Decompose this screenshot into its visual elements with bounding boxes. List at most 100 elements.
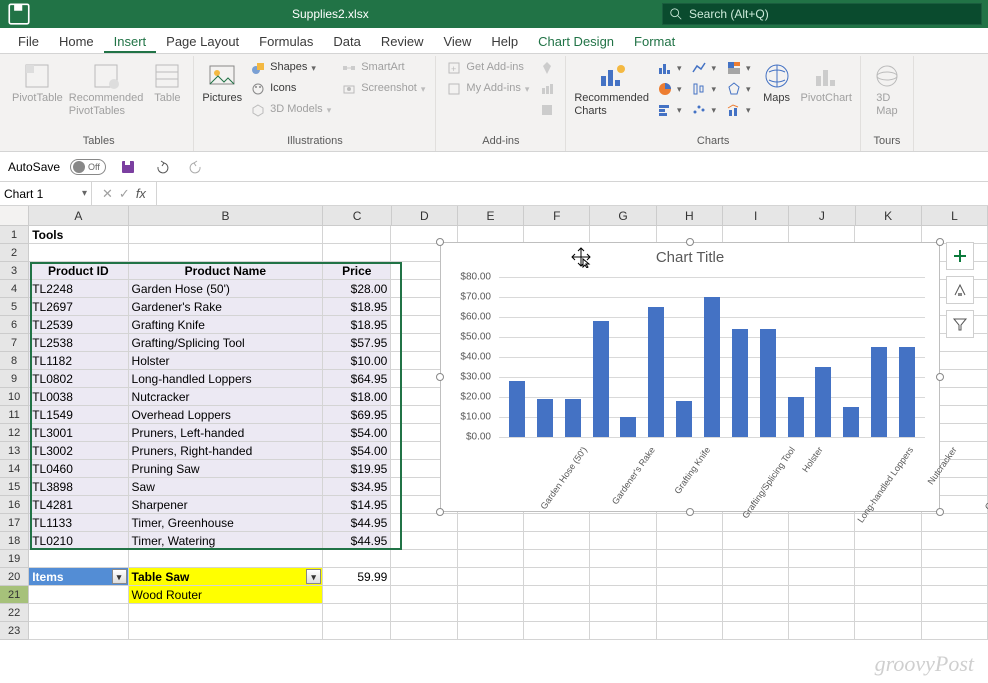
cell[interactable] bbox=[922, 550, 988, 568]
row-header[interactable]: 23 bbox=[0, 622, 29, 640]
cell[interactable]: $54.00 bbox=[323, 424, 391, 442]
chart-styles-button[interactable] bbox=[946, 276, 974, 304]
cell[interactable] bbox=[590, 514, 656, 532]
column-header[interactable]: I bbox=[723, 206, 789, 226]
treemap-chart-button[interactable]: ▾ bbox=[722, 58, 755, 78]
cell[interactable] bbox=[657, 586, 723, 604]
undo-button[interactable] bbox=[150, 155, 174, 179]
cell[interactable]: $19.95 bbox=[323, 460, 391, 478]
cell[interactable] bbox=[922, 604, 988, 622]
row-header[interactable]: 3 bbox=[0, 262, 29, 280]
people-graph-icon[interactable] bbox=[535, 79, 559, 99]
row-header[interactable]: 9 bbox=[0, 370, 29, 388]
table-button[interactable]: Table bbox=[147, 58, 187, 120]
chart-bar[interactable] bbox=[788, 397, 804, 437]
cell[interactable]: TL3898 bbox=[29, 478, 128, 496]
tab-review[interactable]: Review bbox=[371, 30, 434, 53]
row-header[interactable]: 13 bbox=[0, 442, 29, 460]
column-header[interactable]: D bbox=[392, 206, 458, 226]
cell[interactable]: Nutcracker bbox=[129, 388, 324, 406]
save-icon[interactable] bbox=[6, 3, 32, 25]
cell[interactable] bbox=[922, 586, 988, 604]
cell[interactable]: Timer, Greenhouse bbox=[129, 514, 324, 532]
pivottable-button[interactable]: PivotTable bbox=[10, 58, 65, 120]
redo-button[interactable] bbox=[184, 155, 208, 179]
cell[interactable] bbox=[855, 532, 921, 550]
cell[interactable] bbox=[524, 550, 590, 568]
embedded-chart[interactable]: Chart Title$0.00$10.00$20.00$30.00$40.00… bbox=[440, 242, 940, 512]
row-header[interactable]: 20 bbox=[0, 568, 29, 586]
cell[interactable] bbox=[789, 622, 855, 640]
search-box[interactable]: Search (Alt+Q) bbox=[662, 3, 982, 25]
row-header[interactable]: 22 bbox=[0, 604, 29, 622]
cell[interactable]: Garden Hose (50') bbox=[129, 280, 324, 298]
cell[interactable] bbox=[590, 604, 656, 622]
cell[interactable] bbox=[29, 586, 128, 604]
tab-data[interactable]: Data bbox=[323, 30, 370, 53]
tab-view[interactable]: View bbox=[433, 30, 481, 53]
row-header[interactable]: 2 bbox=[0, 244, 29, 262]
cell[interactable]: TL3001 bbox=[29, 424, 128, 442]
cell[interactable]: Pruners, Left-handed bbox=[129, 424, 324, 442]
resize-handle[interactable] bbox=[686, 238, 694, 246]
cell[interactable] bbox=[657, 514, 723, 532]
row-header[interactable]: 15 bbox=[0, 478, 29, 496]
cell[interactable]: Sharpener bbox=[129, 496, 324, 514]
resize-handle[interactable] bbox=[436, 238, 444, 246]
row-header[interactable]: 4 bbox=[0, 280, 29, 298]
cell[interactable]: TL1133 bbox=[29, 514, 128, 532]
cell[interactable]: Product ID bbox=[29, 262, 128, 280]
row-header[interactable]: 5 bbox=[0, 298, 29, 316]
cell[interactable]: $57.95 bbox=[323, 334, 391, 352]
fx-icon[interactable]: fx bbox=[136, 186, 146, 201]
cell[interactable] bbox=[524, 604, 590, 622]
cell[interactable]: Table Saw▾ bbox=[129, 568, 324, 586]
cell[interactable]: $18.95 bbox=[323, 298, 391, 316]
cell[interactable] bbox=[922, 532, 988, 550]
row-header[interactable]: 19 bbox=[0, 550, 29, 568]
cell[interactable]: Long-handled Loppers bbox=[129, 370, 324, 388]
cell[interactable] bbox=[391, 550, 457, 568]
cell[interactable]: TL2538 bbox=[29, 334, 128, 352]
cell[interactable] bbox=[855, 586, 921, 604]
pivotchart-button[interactable]: PivotChart bbox=[799, 58, 854, 120]
cell[interactable]: Overhead Loppers bbox=[129, 406, 324, 424]
cell[interactable]: Gardener's Rake bbox=[129, 298, 324, 316]
cell[interactable] bbox=[922, 514, 988, 532]
filter-dropdown-icon[interactable]: ▾ bbox=[112, 569, 127, 584]
row-header[interactable]: 7 bbox=[0, 334, 29, 352]
visio-icon[interactable] bbox=[535, 100, 559, 120]
cell[interactable]: TL1182 bbox=[29, 352, 128, 370]
bing-maps-icon[interactable] bbox=[535, 58, 559, 78]
cell[interactable] bbox=[590, 622, 656, 640]
resize-handle[interactable] bbox=[436, 508, 444, 516]
shapes-button[interactable]: Shapes▾ bbox=[246, 58, 335, 78]
row-header[interactable]: 11 bbox=[0, 406, 29, 424]
cell[interactable] bbox=[789, 586, 855, 604]
cell[interactable]: $14.95 bbox=[323, 496, 391, 514]
cell[interactable] bbox=[391, 514, 457, 532]
cell[interactable] bbox=[129, 226, 324, 244]
column-header[interactable]: J bbox=[789, 206, 855, 226]
cell[interactable] bbox=[855, 550, 921, 568]
cell[interactable] bbox=[657, 532, 723, 550]
cell[interactable] bbox=[657, 604, 723, 622]
cell[interactable] bbox=[723, 514, 789, 532]
cell[interactable]: Timer, Watering bbox=[129, 532, 324, 550]
get-addins-button[interactable]: +Get Add-ins bbox=[442, 58, 533, 78]
cell[interactable] bbox=[458, 568, 524, 586]
tab-help[interactable]: Help bbox=[481, 30, 528, 53]
chart-bar[interactable] bbox=[815, 367, 831, 437]
cell[interactable]: $54.00 bbox=[323, 442, 391, 460]
cell[interactable] bbox=[789, 532, 855, 550]
column-header[interactable]: A bbox=[29, 206, 128, 226]
cell[interactable] bbox=[524, 568, 590, 586]
cell[interactable]: TL0038 bbox=[29, 388, 128, 406]
row-header[interactable]: 6 bbox=[0, 316, 29, 334]
cell[interactable]: TL0210 bbox=[29, 532, 128, 550]
resize-handle[interactable] bbox=[936, 508, 944, 516]
cell[interactable] bbox=[129, 244, 324, 262]
cell[interactable] bbox=[323, 586, 391, 604]
cell[interactable]: Saw bbox=[129, 478, 324, 496]
column-header[interactable]: B bbox=[129, 206, 324, 226]
